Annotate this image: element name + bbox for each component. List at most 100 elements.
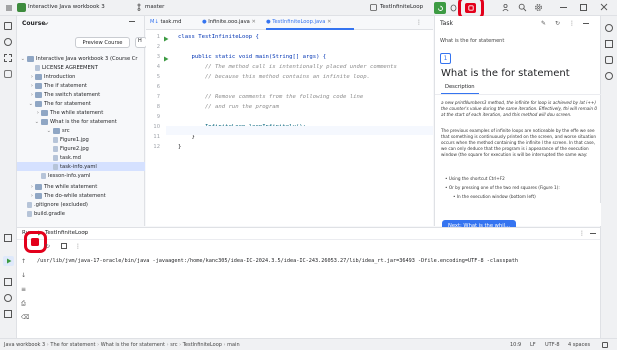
chevron-icon[interactable]: › xyxy=(17,193,33,199)
ai-assistant-icon[interactable] xyxy=(605,72,613,80)
project-name[interactable]: Interactive Java workbook 3 xyxy=(28,4,105,10)
stop-icon[interactable] xyxy=(465,3,476,13)
settings-gear-icon[interactable] xyxy=(534,3,543,12)
tree-item[interactable]: › The switch statement xyxy=(17,90,145,99)
tree-item[interactable]: LICENSE AGREEMENT xyxy=(17,63,145,72)
chevron-icon[interactable]: ⌄ xyxy=(17,119,39,125)
run-tab[interactable]: TestInfiniteLoop xyxy=(45,230,88,236)
tree-item[interactable]: › Introduction xyxy=(17,72,145,81)
more-options-icon[interactable]: ⋮ xyxy=(569,20,575,27)
tab-task-md[interactable]: M↓ task.md xyxy=(150,19,181,25)
edit-icon[interactable]: ✎ xyxy=(541,20,546,27)
step-number-badge[interactable]: 1 xyxy=(440,53,451,64)
chevron-icon[interactable]: › xyxy=(17,83,33,89)
close-window-icon[interactable] xyxy=(600,3,608,11)
close-run-tab-icon[interactable]: ✕ xyxy=(83,230,87,236)
tree-item[interactable]: ⌄ src xyxy=(17,126,145,135)
problems-tool-icon[interactable] xyxy=(4,294,12,302)
services-tool-icon[interactable] xyxy=(4,234,12,242)
chevron-icon[interactable]: › xyxy=(17,184,33,190)
rerun-run-icon[interactable]: ↻ xyxy=(45,243,50,250)
learn-tool-icon[interactable] xyxy=(4,38,12,46)
code-line[interactable]: // and run the program xyxy=(178,104,279,110)
line-ending[interactable]: LF xyxy=(530,342,536,348)
branch-name[interactable]: master xyxy=(145,4,164,10)
more-tabs-icon[interactable]: ⋮ xyxy=(416,19,422,26)
tree-item[interactable]: .gitignore (excluded) xyxy=(17,200,145,209)
tab-description[interactable]: Description xyxy=(445,84,475,90)
structure-tool-icon[interactable] xyxy=(4,54,12,62)
chevron-icon[interactable]: › xyxy=(17,74,33,80)
breadcrumb-item[interactable]: src xyxy=(170,342,177,348)
scroll-up-icon[interactable]: ↑ xyxy=(21,258,26,265)
tree-item[interactable]: › The do-while statement xyxy=(17,191,145,200)
soft-wrap-icon[interactable]: ≡ xyxy=(21,286,26,293)
tree-item[interactable]: › The while statement xyxy=(17,182,145,191)
tree-item[interactable]: task.md xyxy=(17,153,145,162)
code-line[interactable]: public static void main(String[] args) { xyxy=(178,54,326,60)
cursor-position[interactable]: 10:9 xyxy=(510,342,521,348)
terminal-tool-icon[interactable] xyxy=(4,278,12,286)
refresh-icon[interactable]: ↻ xyxy=(555,20,560,27)
hide-panel-icon[interactable] xyxy=(129,21,135,22)
code-line[interactable]: } xyxy=(178,144,181,150)
tree-item[interactable]: ⌄ What is the for statement xyxy=(17,117,145,126)
search-icon[interactable] xyxy=(518,3,527,12)
more-tools-icon[interactable] xyxy=(4,70,12,78)
main-menu-icon[interactable] xyxy=(4,3,13,12)
gradle-icon[interactable] xyxy=(605,40,613,48)
version-control-tool-icon[interactable] xyxy=(4,310,12,318)
tree-item[interactable]: Figure1.jpg xyxy=(17,135,145,144)
tree-item[interactable]: task-info.yaml xyxy=(17,162,145,171)
chevron-icon[interactable]: › xyxy=(17,110,39,116)
breadcrumb-item[interactable]: Java workbook 3 xyxy=(4,342,45,348)
hide-task-panel-icon[interactable] xyxy=(583,23,589,24)
stop-run-icon[interactable] xyxy=(31,238,39,246)
tab-test-infinite-loop-java[interactable]: ● TestInfiniteLoop.java ✕ xyxy=(266,19,331,25)
maximize-icon[interactable] xyxy=(580,4,587,11)
scroll-down-icon[interactable]: ↓ xyxy=(21,272,26,279)
minimize-icon[interactable] xyxy=(560,7,567,8)
project-tool-icon[interactable] xyxy=(4,22,12,30)
chevron-icon[interactable]: ⌄ xyxy=(17,56,25,62)
breadcrumb-item[interactable]: TestInfiniteLoop xyxy=(183,342,222,348)
rerun-icon[interactable] xyxy=(434,2,446,14)
chevron-icon[interactable]: › xyxy=(17,92,33,98)
tree-item[interactable]: build.gradle xyxy=(17,209,145,218)
breadcrumb-item[interactable]: main xyxy=(227,342,240,348)
hide-run-panel-icon[interactable] xyxy=(590,233,596,234)
debug-icon[interactable] xyxy=(449,3,458,12)
notifications-icon[interactable] xyxy=(605,24,613,32)
tree-item[interactable]: Figure2.jpg xyxy=(17,144,145,153)
file-encoding[interactable]: UTF-8 xyxy=(545,342,560,348)
run-options-icon[interactable]: ⋮ xyxy=(75,243,81,250)
add-user-icon[interactable] xyxy=(502,3,511,12)
tab-infinite-loop-java[interactable]: ● Infinite.ooo.java ✕ xyxy=(202,19,256,25)
breadcrumb-item[interactable]: What is the for statement xyxy=(101,342,165,348)
chevron-icon[interactable]: ⌄ xyxy=(17,101,33,107)
database-icon[interactable] xyxy=(605,56,613,64)
code-line[interactable]: class TestInfiniteLoop { xyxy=(178,34,259,40)
chevron-icon[interactable]: ⌄ xyxy=(17,128,51,134)
tree-item[interactable]: lesson-info.yaml xyxy=(17,171,145,180)
tree-item[interactable]: › The while statement xyxy=(17,108,145,117)
indent-setting[interactable]: 4 spaces xyxy=(568,342,590,348)
run-main-gutter-icon[interactable] xyxy=(163,56,169,62)
project-panel-title[interactable]: Course xyxy=(22,20,45,27)
chevron-down-icon[interactable] xyxy=(43,21,49,26)
code-line[interactable]: // because this method contains an infin… xyxy=(178,74,370,80)
print-icon[interactable]: ⎙ xyxy=(21,300,26,308)
clear-console-icon[interactable]: ⌫ xyxy=(21,314,29,321)
run-more-icon[interactable]: ⋮ xyxy=(579,230,585,237)
tree-item[interactable]: ⌄ The for statement xyxy=(17,99,145,108)
layout-icon[interactable] xyxy=(61,243,67,249)
lock-icon[interactable] xyxy=(602,342,608,348)
run-config-name[interactable]: TestInfiniteLoop xyxy=(380,4,423,10)
preview-course-button[interactable]: Preview Course xyxy=(75,37,130,48)
code-line[interactable]: // Remove comments from the following co… xyxy=(178,94,363,100)
code-line[interactable]: // The method call is intentionally plac… xyxy=(178,64,397,70)
run-tool-icon[interactable] xyxy=(3,256,14,266)
run-gutter-icon[interactable] xyxy=(163,36,169,42)
tree-item[interactable]: › The if statement xyxy=(17,81,145,90)
tree-item[interactable]: ⌄ Interactive Java workbook 3 (Course Cr xyxy=(17,54,145,63)
